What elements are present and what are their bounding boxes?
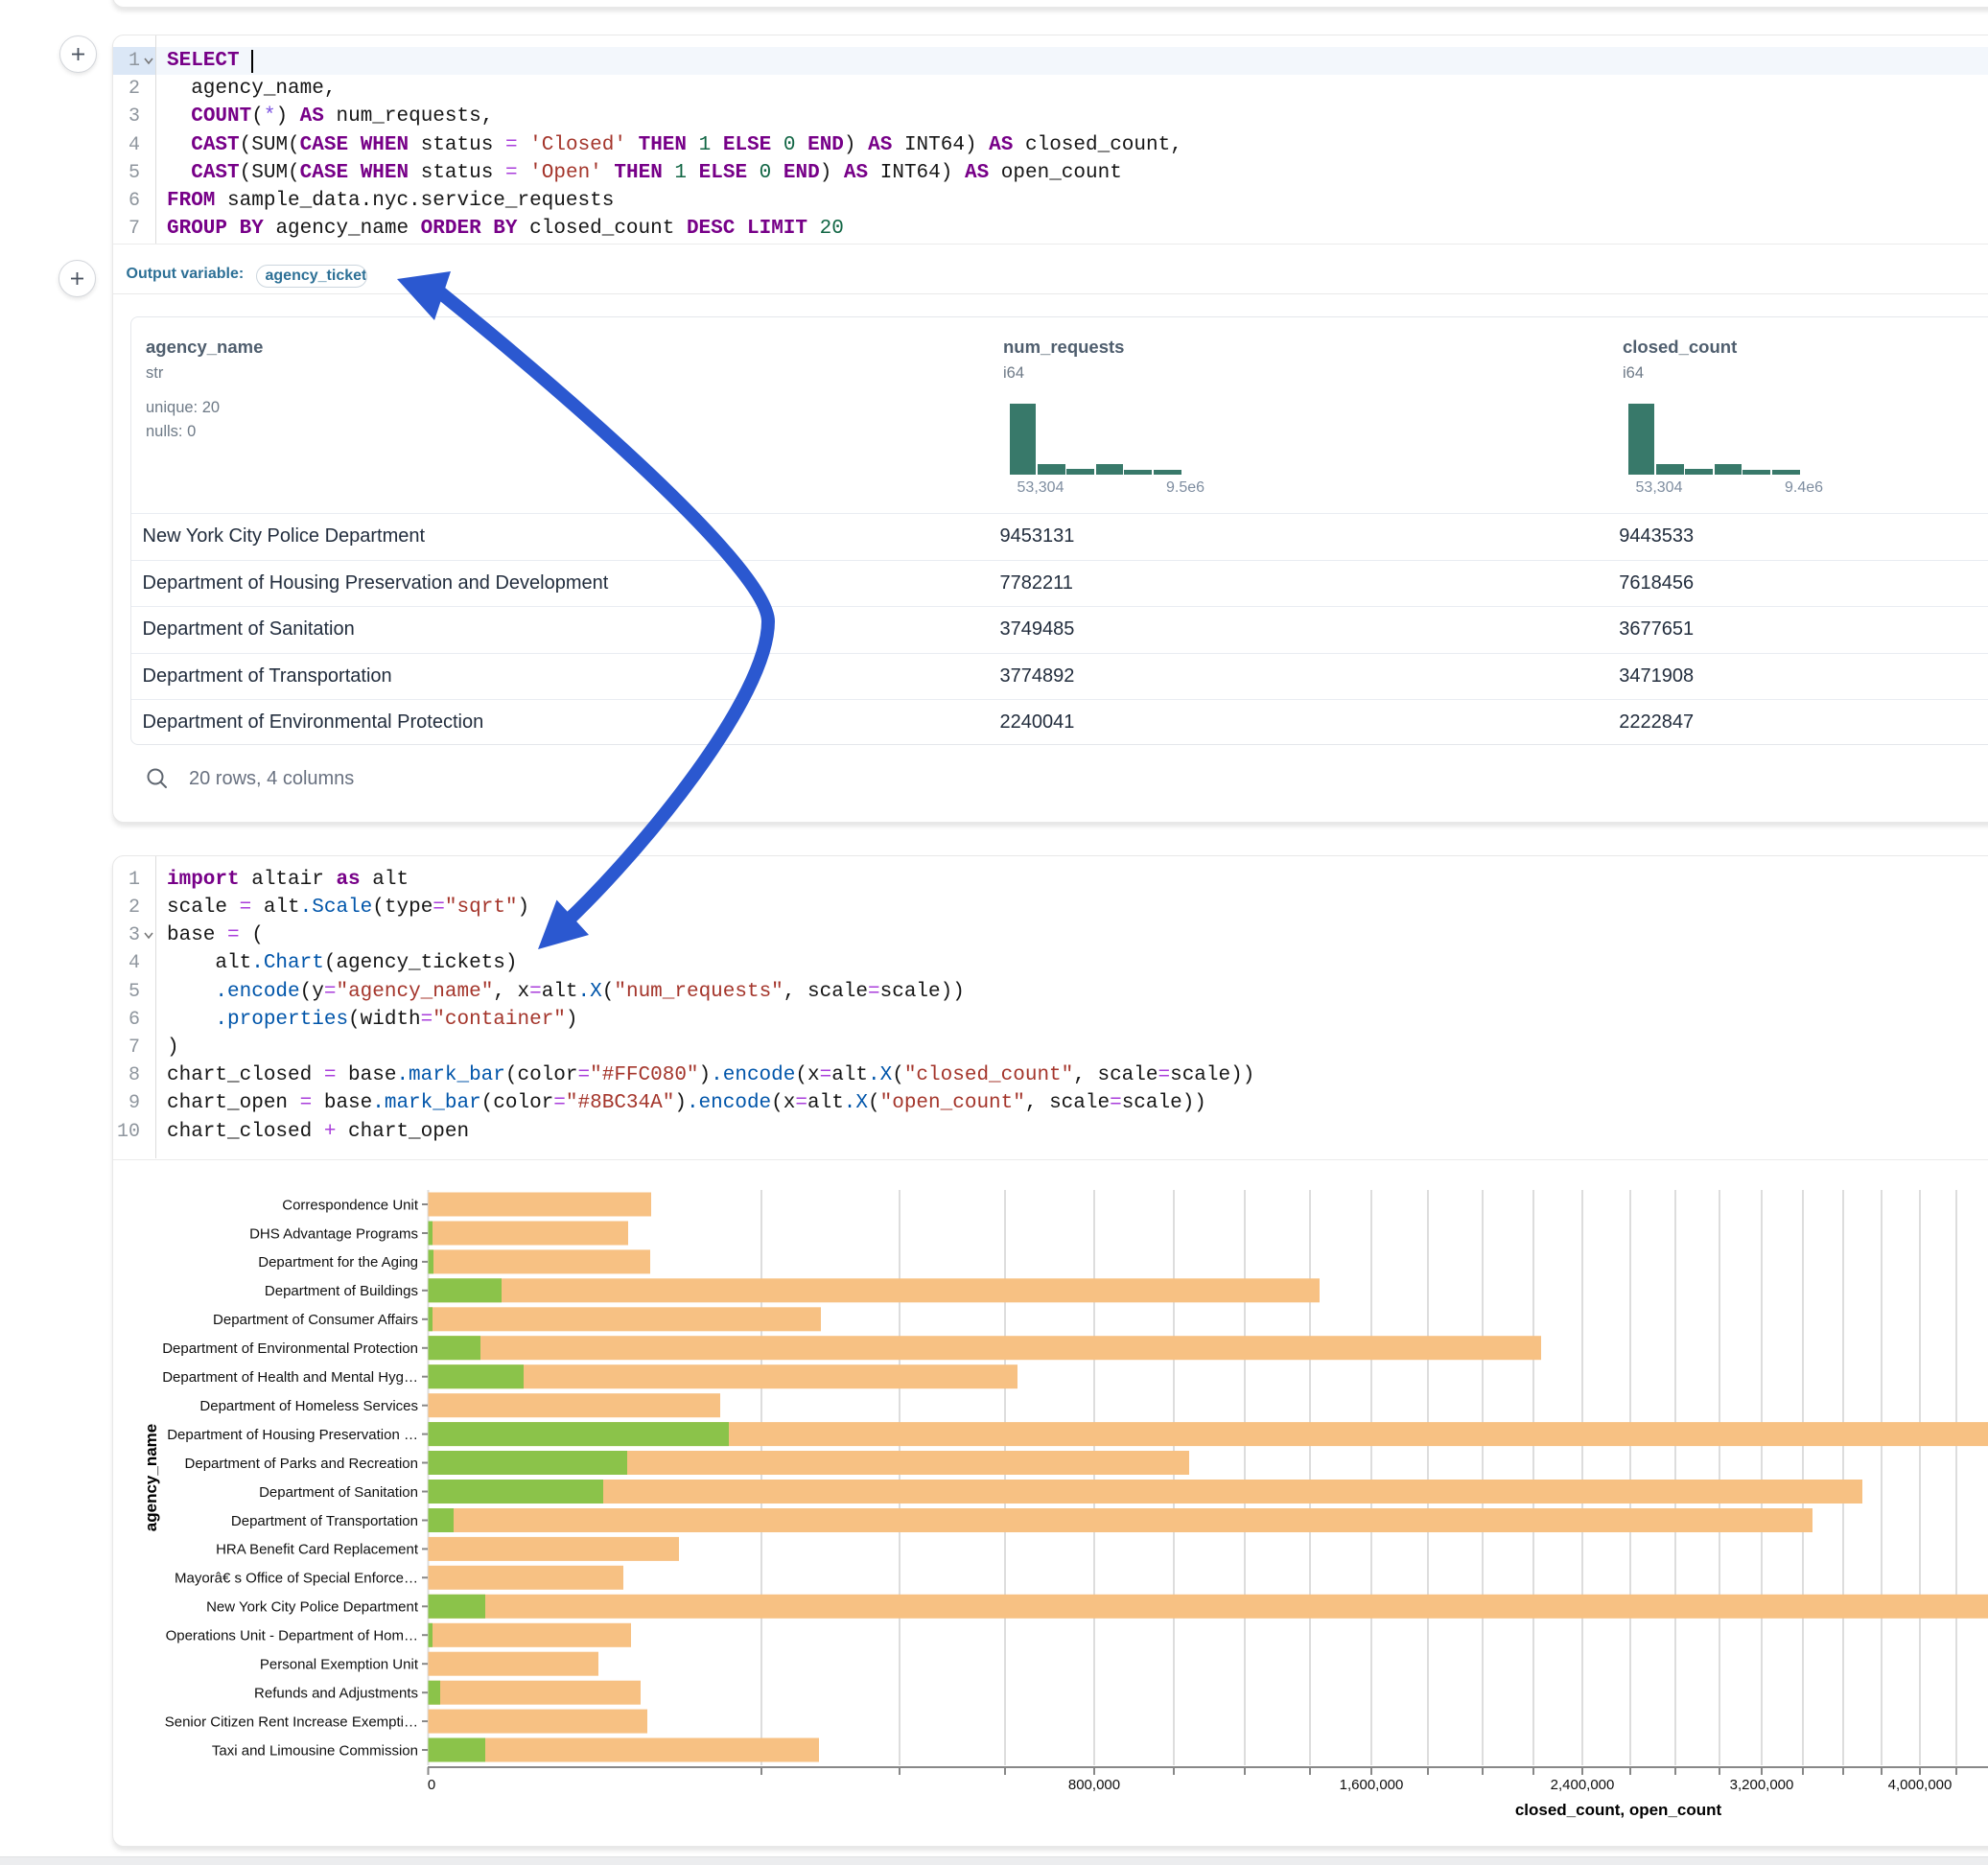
svg-text:Department of Sanitation: Department of Sanitation bbox=[259, 1484, 418, 1501]
svg-text:HRA Benefit Card Replacement: HRA Benefit Card Replacement bbox=[216, 1542, 419, 1558]
svg-text:Department for the Aging: Department for the Aging bbox=[258, 1254, 418, 1271]
svg-text:Mayorâ€ s Office of Special En: Mayorâ€ s Office of Special Enforce… bbox=[175, 1571, 418, 1587]
svg-text:Refunds and Adjustments: Refunds and Adjustments bbox=[254, 1686, 418, 1702]
svg-text:Department of Environmental Pr: Department of Environmental Protection bbox=[162, 1340, 418, 1357]
svg-text:Operations Unit - Department o: Operations Unit - Department of Hom… bbox=[166, 1628, 418, 1644]
svg-text:0: 0 bbox=[428, 1777, 435, 1793]
svg-text:Department of Housing Preserva: Department of Housing Preservation … bbox=[167, 1427, 418, 1443]
svg-text:Correspondence Unit: Correspondence Unit bbox=[282, 1197, 419, 1213]
svg-text:Department of Homeless Service: Department of Homeless Services bbox=[199, 1398, 418, 1414]
svg-text:Taxi and Limousine Commission: Taxi and Limousine Commission bbox=[212, 1742, 418, 1759]
svg-text:New York City Police Departmen: New York City Police Department bbox=[206, 1599, 419, 1616]
svg-text:Department of Buildings: Department of Buildings bbox=[265, 1283, 418, 1299]
svg-text:Department of Transportation: Department of Transportation bbox=[231, 1513, 418, 1529]
svg-text:800,000: 800,000 bbox=[1068, 1777, 1120, 1793]
svg-text:agency_name: agency_name bbox=[142, 1424, 160, 1531]
svg-text:Senior Citizen Rent Increase E: Senior Citizen Rent Increase Exempti… bbox=[165, 1713, 418, 1730]
svg-text:Department of Health and Menta: Department of Health and Mental Hyg… bbox=[162, 1369, 418, 1386]
svg-text:Personal Exemption Unit: Personal Exemption Unit bbox=[260, 1657, 419, 1673]
svg-text:3,200,000: 3,200,000 bbox=[1730, 1777, 1794, 1793]
svg-text:4,000,000: 4,000,000 bbox=[1888, 1777, 1953, 1793]
svg-text:Department of Parks and Recrea: Department of Parks and Recreation bbox=[185, 1456, 418, 1472]
svg-text:2,400,000: 2,400,000 bbox=[1551, 1777, 1615, 1793]
svg-text:Department of Consumer Affairs: Department of Consumer Affairs bbox=[213, 1312, 418, 1328]
svg-text:closed_count, open_count: closed_count, open_count bbox=[1515, 1801, 1722, 1819]
svg-text:1,600,000: 1,600,000 bbox=[1340, 1777, 1404, 1793]
svg-text:DHS Advantage Programs: DHS Advantage Programs bbox=[249, 1225, 418, 1242]
